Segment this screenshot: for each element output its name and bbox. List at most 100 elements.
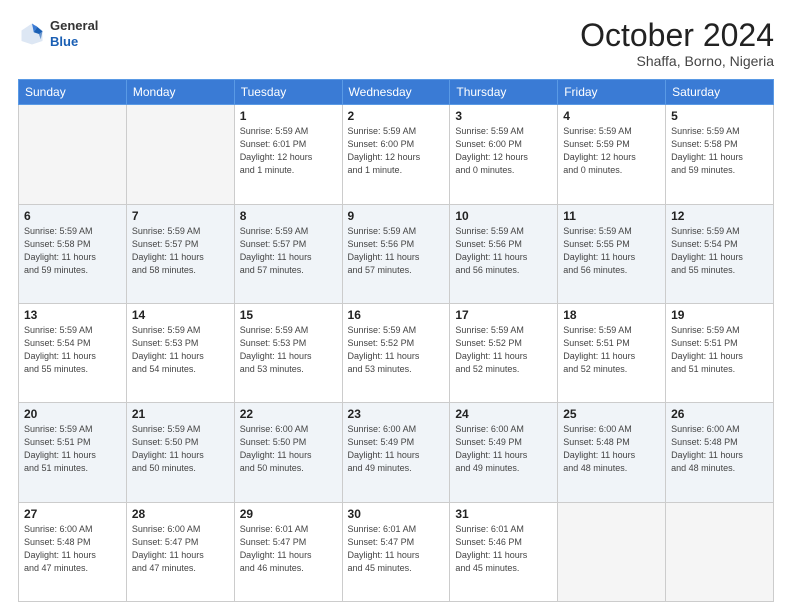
day-number: 19: [671, 308, 768, 322]
day-detail: Sunrise: 5:59 AM Sunset: 5:56 PM Dayligh…: [348, 225, 445, 277]
day-detail: Sunrise: 5:59 AM Sunset: 6:00 PM Dayligh…: [455, 125, 552, 177]
day-detail: Sunrise: 5:59 AM Sunset: 5:55 PM Dayligh…: [563, 225, 660, 277]
day-detail: Sunrise: 5:59 AM Sunset: 6:00 PM Dayligh…: [348, 125, 445, 177]
day-detail: Sunrise: 5:59 AM Sunset: 5:59 PM Dayligh…: [563, 125, 660, 177]
day-detail: Sunrise: 5:59 AM Sunset: 5:54 PM Dayligh…: [24, 324, 121, 376]
week-row: 20 Sunrise: 5:59 AM Sunset: 5:51 PM Dayli…: [19, 403, 774, 502]
day-header-friday: Friday: [558, 80, 666, 105]
day-number: 26: [671, 407, 768, 421]
title-block: October 2024 Shaffa, Borno, Nigeria: [580, 18, 774, 69]
calendar-cell: 25 Sunrise: 6:00 AM Sunset: 5:48 PM Dayli…: [558, 403, 666, 502]
day-detail: Sunrise: 5:59 AM Sunset: 5:57 PM Dayligh…: [240, 225, 337, 277]
calendar-cell: 21 Sunrise: 5:59 AM Sunset: 5:50 PM Dayli…: [126, 403, 234, 502]
day-header-sunday: Sunday: [19, 80, 127, 105]
week-row: 27Sunrise: 6:00 AM Sunset: 5:48 PM Dayli…: [19, 502, 774, 601]
week-row: 13Sunrise: 5:59 AM Sunset: 5:54 PM Dayli…: [19, 303, 774, 402]
calendar-cell: 11 Sunrise: 5:59 AM Sunset: 5:55 PM Dayli…: [558, 204, 666, 303]
day-number: 29: [240, 507, 337, 521]
calendar-cell: 4 Sunrise: 5:59 AM Sunset: 5:59 PM Daylig…: [558, 105, 666, 204]
day-number: 17: [455, 308, 552, 322]
day-number: 15: [240, 308, 337, 322]
logo-blue: Blue: [50, 34, 98, 50]
day-detail: Sunrise: 5:59 AM Sunset: 5:54 PM Dayligh…: [671, 225, 768, 277]
header: General Blue October 2024 Shaffa, Borno,…: [18, 18, 774, 69]
day-number: 31: [455, 507, 552, 521]
calendar-cell: 15 Sunrise: 5:59 AM Sunset: 5:53 PM Dayli…: [234, 303, 342, 402]
day-detail: Sunrise: 6:00 AM Sunset: 5:48 PM Dayligh…: [24, 523, 121, 575]
day-number: 14: [132, 308, 229, 322]
day-detail: Sunrise: 6:00 AM Sunset: 5:49 PM Dayligh…: [348, 423, 445, 475]
week-row: 6Sunrise: 5:59 AM Sunset: 5:58 PM Daylig…: [19, 204, 774, 303]
calendar-cell: [19, 105, 127, 204]
calendar-cell: [666, 502, 774, 601]
day-detail: Sunrise: 5:59 AM Sunset: 5:50 PM Dayligh…: [132, 423, 229, 475]
calendar-cell: 16 Sunrise: 5:59 AM Sunset: 5:52 PM Dayli…: [342, 303, 450, 402]
day-number: 25: [563, 407, 660, 421]
day-number: 23: [348, 407, 445, 421]
day-number: 10: [455, 209, 552, 223]
day-header-monday: Monday: [126, 80, 234, 105]
day-number: 1: [240, 109, 337, 123]
day-detail: Sunrise: 5:59 AM Sunset: 5:53 PM Dayligh…: [240, 324, 337, 376]
calendar-cell: 22 Sunrise: 6:00 AM Sunset: 5:50 PM Dayli…: [234, 403, 342, 502]
day-number: 16: [348, 308, 445, 322]
day-detail: Sunrise: 5:59 AM Sunset: 5:57 PM Dayligh…: [132, 225, 229, 277]
header-row: SundayMondayTuesdayWednesdayThursdayFrid…: [19, 80, 774, 105]
calendar-cell: 29 Sunrise: 6:01 AM Sunset: 5:47 PM Dayli…: [234, 502, 342, 601]
day-detail: Sunrise: 5:59 AM Sunset: 5:52 PM Dayligh…: [348, 324, 445, 376]
day-header-tuesday: Tuesday: [234, 80, 342, 105]
calendar-cell: 8 Sunrise: 5:59 AM Sunset: 5:57 PM Daylig…: [234, 204, 342, 303]
calendar-cell: 13Sunrise: 5:59 AM Sunset: 5:54 PM Dayli…: [19, 303, 127, 402]
day-detail: Sunrise: 5:59 AM Sunset: 5:52 PM Dayligh…: [455, 324, 552, 376]
calendar-cell: 7 Sunrise: 5:59 AM Sunset: 5:57 PM Daylig…: [126, 204, 234, 303]
day-detail: Sunrise: 5:59 AM Sunset: 5:58 PM Dayligh…: [671, 125, 768, 177]
day-detail: Sunrise: 6:00 AM Sunset: 5:48 PM Dayligh…: [671, 423, 768, 475]
calendar-cell: 3 Sunrise: 5:59 AM Sunset: 6:00 PM Daylig…: [450, 105, 558, 204]
calendar: SundayMondayTuesdayWednesdayThursdayFrid…: [18, 79, 774, 602]
day-detail: Sunrise: 6:00 AM Sunset: 5:47 PM Dayligh…: [132, 523, 229, 575]
calendar-cell: 14 Sunrise: 5:59 AM Sunset: 5:53 PM Dayli…: [126, 303, 234, 402]
day-detail: Sunrise: 6:00 AM Sunset: 5:49 PM Dayligh…: [455, 423, 552, 475]
month-title: October 2024: [580, 18, 774, 53]
day-detail: Sunrise: 6:00 AM Sunset: 5:50 PM Dayligh…: [240, 423, 337, 475]
calendar-cell: 19 Sunrise: 5:59 AM Sunset: 5:51 PM Dayli…: [666, 303, 774, 402]
day-header-wednesday: Wednesday: [342, 80, 450, 105]
day-detail: Sunrise: 5:59 AM Sunset: 5:56 PM Dayligh…: [455, 225, 552, 277]
day-number: 3: [455, 109, 552, 123]
day-number: 8: [240, 209, 337, 223]
day-number: 7: [132, 209, 229, 223]
day-number: 2: [348, 109, 445, 123]
calendar-cell: 18 Sunrise: 5:59 AM Sunset: 5:51 PM Dayli…: [558, 303, 666, 402]
day-number: 11: [563, 209, 660, 223]
day-number: 22: [240, 407, 337, 421]
logo-icon: [18, 20, 46, 48]
day-number: 28: [132, 507, 229, 521]
day-detail: Sunrise: 6:01 AM Sunset: 5:46 PM Dayligh…: [455, 523, 552, 575]
calendar-cell: 9Sunrise: 5:59 AM Sunset: 5:56 PM Daylig…: [342, 204, 450, 303]
day-number: 20: [24, 407, 121, 421]
logo: General Blue: [18, 18, 98, 49]
calendar-cell: 27Sunrise: 6:00 AM Sunset: 5:48 PM Dayli…: [19, 502, 127, 601]
day-number: 18: [563, 308, 660, 322]
week-row: 1Sunrise: 5:59 AM Sunset: 6:01 PM Daylig…: [19, 105, 774, 204]
day-detail: Sunrise: 5:59 AM Sunset: 5:51 PM Dayligh…: [671, 324, 768, 376]
day-detail: Sunrise: 6:01 AM Sunset: 5:47 PM Dayligh…: [240, 523, 337, 575]
subtitle: Shaffa, Borno, Nigeria: [580, 53, 774, 69]
day-number: 6: [24, 209, 121, 223]
calendar-cell: 31 Sunrise: 6:01 AM Sunset: 5:46 PM Dayli…: [450, 502, 558, 601]
calendar-cell: 5Sunrise: 5:59 AM Sunset: 5:58 PM Daylig…: [666, 105, 774, 204]
calendar-cell: 1Sunrise: 5:59 AM Sunset: 6:01 PM Daylig…: [234, 105, 342, 204]
calendar-cell: 17 Sunrise: 5:59 AM Sunset: 5:52 PM Dayli…: [450, 303, 558, 402]
day-number: 12: [671, 209, 768, 223]
day-detail: Sunrise: 5:59 AM Sunset: 5:51 PM Dayligh…: [563, 324, 660, 376]
calendar-cell: [126, 105, 234, 204]
day-number: 21: [132, 407, 229, 421]
calendar-cell: 6Sunrise: 5:59 AM Sunset: 5:58 PM Daylig…: [19, 204, 127, 303]
day-detail: Sunrise: 6:01 AM Sunset: 5:47 PM Dayligh…: [348, 523, 445, 575]
day-detail: Sunrise: 6:00 AM Sunset: 5:48 PM Dayligh…: [563, 423, 660, 475]
day-number: 4: [563, 109, 660, 123]
day-detail: Sunrise: 5:59 AM Sunset: 5:53 PM Dayligh…: [132, 324, 229, 376]
day-number: 24: [455, 407, 552, 421]
day-header-saturday: Saturday: [666, 80, 774, 105]
day-detail: Sunrise: 5:59 AM Sunset: 5:51 PM Dayligh…: [24, 423, 121, 475]
